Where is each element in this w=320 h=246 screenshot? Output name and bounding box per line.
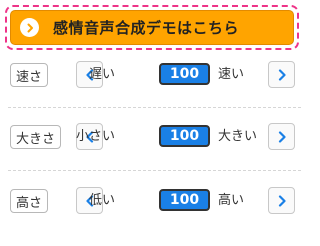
- chevron-right-icon: [20, 18, 39, 37]
- speed-label: 速さ: [10, 63, 49, 87]
- pitch-max-label: 高い: [218, 193, 245, 208]
- pitch-min-label: 低い: [88, 193, 115, 208]
- pitch-increase-button[interactable]: [268, 187, 295, 214]
- speed-control-row: 速さ 遅い 100 速い: [0, 58, 307, 92]
- speed-min-label: 遅い: [88, 67, 115, 82]
- volume-min-label: 小さい: [75, 129, 115, 144]
- speed-increase-button[interactable]: [268, 61, 295, 88]
- speed-value[interactable]: 100: [159, 63, 210, 85]
- volume-value[interactable]: 100: [159, 125, 210, 147]
- chevron-right-icon: [278, 68, 286, 81]
- volume-max-label: 大きい: [218, 129, 258, 144]
- chevron-right-icon: [278, 194, 286, 207]
- pitch-value[interactable]: 100: [159, 189, 210, 211]
- pitch-control-row: 高さ 低い 100 高い: [0, 184, 307, 218]
- volume-label: 大きさ: [10, 125, 62, 149]
- volume-control-row: 大きさ 小さい 100 大きい: [0, 120, 307, 154]
- speed-max-label: 速い: [218, 67, 245, 82]
- emotion-voice-demo-button[interactable]: 感情音声合成デモはこちら: [10, 10, 294, 45]
- row-divider: [8, 107, 301, 108]
- demo-banner-frame: 感情音声合成デモはこちら: [5, 5, 299, 50]
- chevron-right-icon: [278, 130, 286, 143]
- demo-button-label: 感情音声合成デモはこちら: [53, 19, 240, 37]
- row-divider: [8, 170, 301, 171]
- volume-increase-button[interactable]: [268, 123, 295, 150]
- pitch-label: 高さ: [10, 189, 49, 213]
